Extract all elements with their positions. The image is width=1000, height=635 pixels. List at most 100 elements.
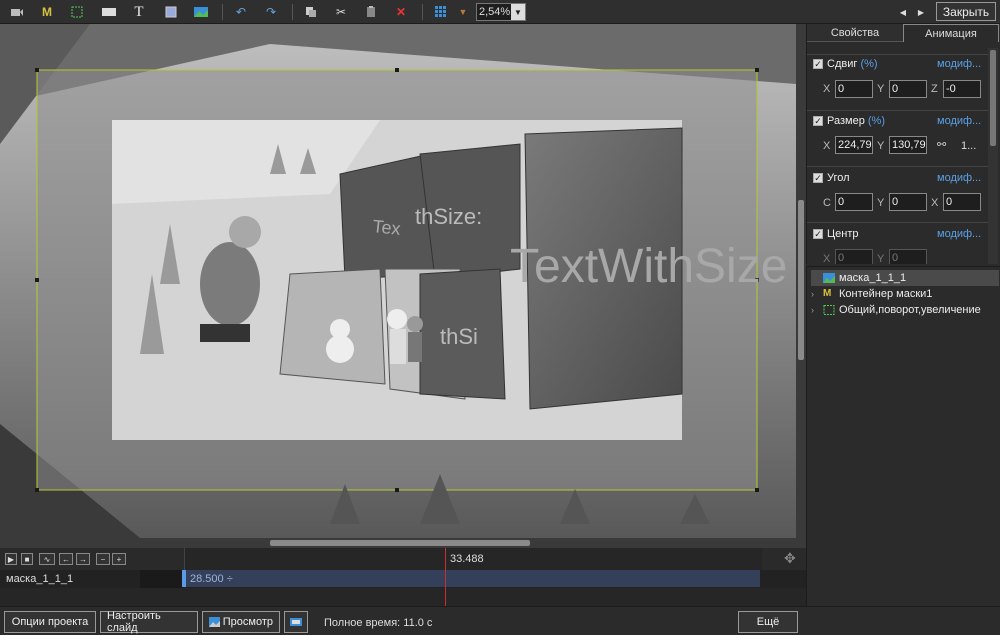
dropdown-arrow-icon[interactable]: ▼ xyxy=(454,3,472,21)
time-marker-label: 33.488 xyxy=(450,553,484,565)
panel-text-3: thSi xyxy=(440,324,478,349)
copy-icon[interactable] xyxy=(302,3,320,21)
slide-settings-button[interactable]: Настроить слайд xyxy=(100,610,198,634)
play-icon[interactable]: ▶ xyxy=(5,553,17,565)
slide-canvas[interactable]: Tex thSize: thSi TextWithSize xyxy=(0,24,796,538)
stop-icon[interactable]: ■ xyxy=(21,553,33,565)
object-tree: маска_1_1_1 › M Контейнер маски1 › Общий… xyxy=(806,266,1000,606)
tree-item-label: Общий,поворот,увеличение xyxy=(839,304,981,316)
plus-icon[interactable]: + xyxy=(112,553,126,565)
size-x-label: X xyxy=(823,140,831,152)
size-y-label: Y xyxy=(877,140,885,152)
mask-m-icon[interactable]: M xyxy=(38,3,56,21)
arrow-left-icon[interactable]: ◀ xyxy=(894,3,912,21)
link-icon[interactable]: ⚯ xyxy=(937,138,946,151)
size-extra: 1... xyxy=(961,140,977,152)
minus-icon[interactable]: − xyxy=(96,553,110,565)
angle-modify-link[interactable]: модиф... xyxy=(937,172,981,184)
delete-icon[interactable]: ✕ xyxy=(392,3,410,21)
canvas-vertical-scroll-thumb[interactable] xyxy=(798,200,804,360)
undo-icon[interactable]: ↶ xyxy=(232,3,250,21)
text-icon[interactable]: T xyxy=(130,3,148,21)
size-checkbox[interactable]: ✓ xyxy=(813,116,823,126)
canvas-horizontal-scroll-thumb[interactable] xyxy=(270,540,530,546)
shift-y-label: Y xyxy=(877,83,885,95)
center-x-field[interactable]: 0 xyxy=(835,249,873,264)
tab-animation[interactable]: Анимация xyxy=(903,24,999,42)
tree-item-label: Контейнер маски1 xyxy=(839,288,933,300)
clip-handle[interactable] xyxy=(182,570,186,587)
properties-panel: Свойства Анимация ✓ Сдвиг (%) модиф... X… xyxy=(806,24,1000,264)
track-name: маска_1_1_1 xyxy=(6,573,74,585)
size-y-field[interactable]: 130,79 xyxy=(889,136,927,154)
paste-icon[interactable] xyxy=(362,3,380,21)
shift-section: ✓ Сдвиг (%) модиф... X 0 Y 0 Z -0 xyxy=(807,54,993,108)
properties-scroll-thumb[interactable] xyxy=(990,50,996,146)
angle-checkbox[interactable]: ✓ xyxy=(813,173,823,183)
shift-z-label: Z xyxy=(931,83,938,95)
move-icon[interactable]: ✥ xyxy=(784,550,796,567)
timeline: ▶ ■ ∿ ← → − + 33.488 ✥ маска_1_1_1 28.50… xyxy=(0,548,806,606)
shift-label: Сдвиг xyxy=(827,58,858,70)
angle-section: ✓ Угол модиф... C 0 Y 0 X 0 xyxy=(807,166,993,220)
render-button[interactable] xyxy=(284,611,308,633)
monitor-icon xyxy=(290,618,302,626)
angle-y-label: Y xyxy=(877,197,885,209)
zoom-value: 2,54% xyxy=(479,6,511,18)
timeline-clip[interactable] xyxy=(184,570,760,587)
grid-icon[interactable] xyxy=(432,3,450,21)
arrow-right-icon[interactable]: ▶ xyxy=(912,3,930,21)
tree-item-label: маска_1_1_1 xyxy=(839,272,907,284)
toolbar: M T ↶ ↷ ✂ ✕ ▼ 2,54% ▼ ◀ ▶ Закрыть xyxy=(0,0,1000,24)
rectangle-icon[interactable] xyxy=(162,3,180,21)
angle-c-field[interactable]: 0 xyxy=(835,193,873,211)
more-button[interactable]: Ещё xyxy=(738,611,798,633)
shift-y-field[interactable]: 0 xyxy=(889,80,927,98)
rect-select-icon xyxy=(823,305,835,315)
ok-icon[interactable] xyxy=(100,3,118,21)
center-modify-link[interactable]: модиф... xyxy=(937,228,981,240)
chevron-right-icon[interactable]: › xyxy=(811,305,823,315)
panel-text-2: thSize: xyxy=(415,204,482,229)
tree-item-general[interactable]: › Общий,поворот,увеличение xyxy=(811,302,999,318)
angle-x-field[interactable]: 0 xyxy=(943,193,981,211)
shift-z-field[interactable]: -0 xyxy=(943,80,981,98)
shift-x-field[interactable]: 0 xyxy=(835,80,873,98)
bottom-bar: Опции проекта Настроить слайд Просмотр П… xyxy=(0,606,1000,635)
angle-label: Угол xyxy=(827,172,850,184)
shift-x-label: X xyxy=(823,83,831,95)
preview-button[interactable]: Просмотр xyxy=(202,611,280,633)
tree-item-mask-container[interactable]: › M Контейнер маски1 xyxy=(811,286,999,302)
close-button[interactable]: Закрыть xyxy=(936,2,996,21)
image-icon[interactable] xyxy=(192,3,210,21)
image-icon xyxy=(823,273,835,283)
next-icon[interactable]: → xyxy=(76,553,90,565)
project-options-button[interactable]: Опции проекта xyxy=(4,611,96,633)
mask-m-icon: M xyxy=(823,288,832,299)
tree-item-mask[interactable]: маска_1_1_1 xyxy=(811,270,999,286)
angle-y-field[interactable]: 0 xyxy=(889,193,927,211)
center-checkbox[interactable]: ✓ xyxy=(813,229,823,239)
shift-checkbox[interactable]: ✓ xyxy=(813,59,823,69)
cut-icon[interactable]: ✂ xyxy=(332,3,350,21)
playhead[interactable] xyxy=(445,548,446,606)
center-y-field[interactable]: 0 xyxy=(889,249,927,264)
size-label: Размер xyxy=(827,115,865,127)
size-percent: (%) xyxy=(867,115,885,127)
tab-properties[interactable]: Свойства xyxy=(807,24,903,42)
chevron-down-icon[interactable]: ▼ xyxy=(511,4,525,20)
wave-icon[interactable]: ∿ xyxy=(39,553,55,565)
scene-preview: Tex thSize: thSi TextWithSize xyxy=(0,24,796,538)
zoom-select[interactable]: 2,54% ▼ xyxy=(476,3,526,21)
redo-icon[interactable]: ↷ xyxy=(262,3,280,21)
size-x-field[interactable]: 224,79 xyxy=(835,136,873,154)
prev-icon[interactable]: ← xyxy=(59,553,73,565)
video-icon[interactable] xyxy=(8,3,26,21)
center-y-label: Y xyxy=(877,253,885,264)
size-modify-link[interactable]: модиф... xyxy=(937,115,981,127)
rect-select-icon[interactable] xyxy=(68,3,86,21)
chevron-right-icon[interactable]: › xyxy=(811,289,823,299)
shift-modify-link[interactable]: модиф... xyxy=(937,58,981,70)
shift-percent: (%) xyxy=(860,58,878,70)
clip-label: 28.500 ÷ xyxy=(190,573,233,585)
